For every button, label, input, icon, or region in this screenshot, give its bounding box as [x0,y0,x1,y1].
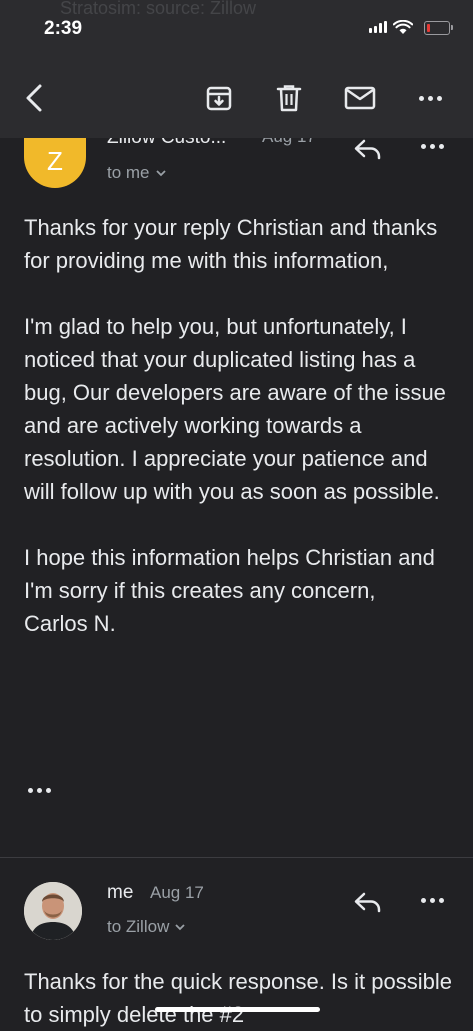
reply-button[interactable] [348,134,388,164]
mark-unread-button[interactable] [340,78,380,118]
avatar[interactable] [24,882,82,940]
body-paragraph: Thanks for your reply Christian and than… [24,215,438,273]
home-indicator[interactable] [155,1007,320,1012]
recipients-toggle[interactable]: to me [107,163,166,183]
archive-button[interactable] [199,78,239,118]
body-paragraph: I hope this information helps Christian … [24,545,435,603]
mail-icon [344,86,376,110]
status-time: 2:39 [44,18,83,39]
chevron-down-icon [175,923,185,930]
reply-button[interactable] [348,887,388,917]
signature: Carlos N. [24,611,116,636]
more-icon [420,897,444,903]
more-icon [418,95,442,101]
message-date: Aug 17 [150,883,204,902]
body-paragraph: Thanks for the quick response. Is it pos… [24,969,452,1027]
status-bar: Stratosim: source: Zillow 2:39 [0,0,473,60]
message-divider [0,857,473,858]
cellular-signal-icon [369,21,387,33]
message-more-button[interactable] [412,888,452,912]
back-button[interactable] [14,78,54,118]
wifi-icon [393,20,413,34]
profile-photo-icon [24,882,82,940]
recipients-label: to Zillow [107,917,170,936]
more-options-button[interactable] [410,78,450,118]
status-ghost-text: Stratosim: source: Zillow [60,0,257,18]
sender-name[interactable]: me [107,882,133,904]
avatar[interactable]: Z [24,138,86,188]
avatar-letter: Z [47,146,63,176]
recipients-toggle[interactable]: to Zillow [107,917,185,937]
ellipsis-icon [27,787,51,793]
trash-icon [276,85,302,112]
email-toolbar [0,60,473,138]
message-body: Thanks for your reply Christian and than… [24,211,454,640]
reply-icon [354,892,381,913]
recipients-label: to me [107,163,150,182]
chevron-left-icon [26,84,42,112]
message-body: Thanks for the quick response. Is it pos… [24,965,454,1031]
body-paragraph: I'm glad to help you, but unfortunately,… [24,314,446,504]
battery-icon [424,21,453,35]
reply-icon [354,139,381,160]
more-icon [420,143,444,149]
delete-button[interactable] [269,78,309,118]
archive-icon [206,86,232,111]
show-trimmed-button[interactable] [24,780,54,800]
chevron-down-icon [155,169,166,176]
